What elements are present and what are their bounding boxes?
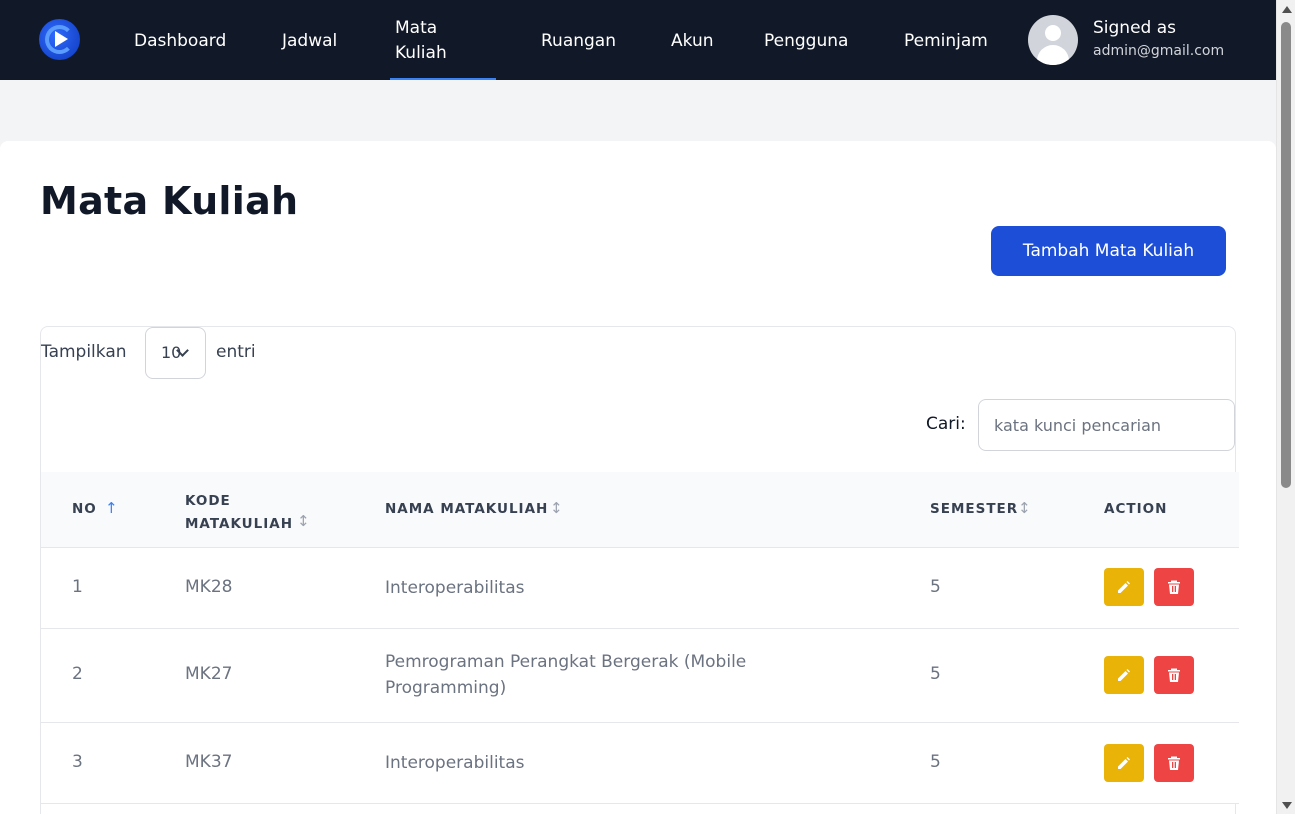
column-header-no[interactable]: NO	[72, 501, 97, 517]
cell-nama: Pemrograman Perangkat Bergerak (Mobile P…	[385, 652, 747, 698]
cell-kode: MK37	[185, 752, 233, 772]
pencil-icon	[1118, 581, 1130, 593]
pencil-icon	[1118, 757, 1130, 769]
table-row: 2 MK27 Pemrograman Perangkat Bergerak (M…	[41, 629, 1239, 723]
cell-nama: Interoperabilitas	[385, 578, 525, 598]
delete-button[interactable]	[1154, 568, 1194, 606]
nav-item-ruangan[interactable]: Ruangan	[541, 29, 616, 53]
pencil-icon	[1118, 669, 1130, 681]
cell-nama: Interoperabilitas	[385, 753, 525, 773]
nav-item-dashboard[interactable]: Dashboard	[134, 29, 226, 53]
arrow-up-icon[interactable]: ↑	[105, 499, 118, 517]
column-header-label: SEMESTER	[930, 501, 1019, 517]
column-header-label: ACTION	[1104, 501, 1168, 517]
column-header-label: KODE MATAKULIAH	[185, 493, 294, 532]
cell-semester: 5	[930, 664, 941, 684]
cell-no: 3	[72, 752, 83, 772]
cell-kode: MK28	[185, 577, 233, 597]
user-email: admin@gmail.com	[1093, 43, 1225, 59]
trash-icon	[1168, 668, 1180, 682]
search-label: Cari:	[926, 414, 966, 434]
nav-item-mata-kuliah[interactable]: Mata Kuliah	[395, 16, 475, 66]
nav-active-indicator	[390, 78, 496, 80]
entries-length-select[interactable]: 10	[145, 327, 206, 379]
entries-length-suffix: entri	[216, 342, 256, 362]
table-header: NO ↑ KODE MATAKULIAH ↕ NAMA MATAKULIAH ↕…	[41, 472, 1239, 548]
play-circle-icon[interactable]	[39, 19, 80, 60]
entries-length-label: Tampilkan	[41, 342, 127, 362]
cell-semester: 5	[930, 752, 941, 772]
sort-arrows-icon[interactable]: ↕	[1018, 499, 1031, 517]
column-header-label: NO	[72, 501, 97, 517]
column-header-label: NAMA MATAKULIAH	[385, 501, 549, 517]
edit-button[interactable]	[1104, 656, 1144, 694]
search-input[interactable]	[978, 399, 1235, 451]
nav-item-peminjam[interactable]: Peminjam	[904, 29, 988, 53]
column-header-kode-matakuliah[interactable]: KODE MATAKULIAH	[185, 490, 292, 536]
trash-icon	[1168, 580, 1180, 594]
page-title: Mata Kuliah	[40, 179, 299, 223]
sort-arrows-icon[interactable]: ↕	[550, 499, 563, 517]
page-scrollbar[interactable]	[1276, 0, 1295, 814]
delete-button[interactable]	[1154, 744, 1194, 782]
nav-item-akun[interactable]: Akun	[671, 29, 714, 53]
column-header-action: ACTION	[1104, 501, 1167, 517]
cell-no: 2	[72, 664, 83, 684]
nav-item-pengguna[interactable]: Pengguna	[764, 29, 848, 53]
table-row: 3 MK37 Interoperabilitas 5	[41, 723, 1239, 804]
nav-item-jadwal[interactable]: Jadwal	[282, 29, 337, 53]
cell-no: 1	[72, 577, 83, 597]
delete-button[interactable]	[1154, 656, 1194, 694]
scroll-thumb[interactable]	[1281, 22, 1291, 488]
scroll-down-arrow-icon[interactable]	[1282, 802, 1292, 809]
cell-kode: MK27	[185, 664, 233, 684]
column-header-nama-matakuliah[interactable]: NAMA MATAKULIAH	[385, 501, 548, 517]
edit-button[interactable]	[1104, 568, 1144, 606]
top-navbar: Dashboard Jadwal Mata Kuliah Ruangan Aku…	[0, 0, 1276, 80]
trash-icon	[1168, 756, 1180, 770]
table-row: 1 MK28 Interoperabilitas 5	[41, 548, 1239, 629]
scroll-up-arrow-icon[interactable]	[1282, 6, 1292, 13]
edit-button[interactable]	[1104, 744, 1144, 782]
column-header-semester[interactable]: SEMESTER	[930, 501, 1018, 517]
sort-arrows-icon[interactable]: ↕	[297, 512, 310, 530]
add-mata-kuliah-button[interactable]: Tambah Mata Kuliah	[991, 226, 1226, 276]
signed-as-label: Signed as	[1093, 18, 1177, 38]
cell-semester: 5	[930, 577, 941, 597]
user-avatar[interactable]	[1028, 15, 1078, 65]
